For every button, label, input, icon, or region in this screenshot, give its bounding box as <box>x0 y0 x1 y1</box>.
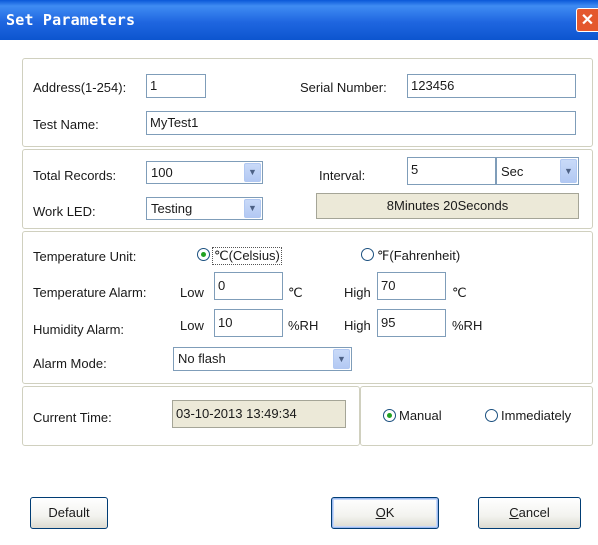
work-led-label: Work LED: <box>33 204 96 219</box>
duration-display: 8Minutes 20Seconds <box>316 193 579 219</box>
fahrenheit-radio[interactable] <box>361 248 374 261</box>
default-button[interactable]: Default <box>30 497 108 529</box>
total-records-label: Total Records: <box>33 168 117 183</box>
address-label: Address(1-254): <box>33 80 127 95</box>
interval-input[interactable]: 5 <box>407 157 496 185</box>
serial-number-input[interactable]: 123456 <box>407 74 576 98</box>
manual-label[interactable]: Manual <box>399 408 442 423</box>
temperature-unit-label: Temperature Unit: <box>33 249 137 264</box>
chevron-down-icon[interactable]: ▼ <box>560 159 577 183</box>
manual-radio[interactable] <box>383 409 396 422</box>
current-time-display: 03-10-2013 13:49:34 <box>172 400 346 428</box>
temp-high-label: High <box>344 285 371 300</box>
test-name-label: Test Name: <box>33 117 99 132</box>
total-records-select[interactable]: 100 ▼ <box>146 161 263 184</box>
chevron-down-icon[interactable]: ▼ <box>333 349 350 369</box>
set-parameters-dialog: Set Parameters ✕ Address(1-254): 1 Seria… <box>0 0 598 545</box>
hum-low-unit: %RH <box>288 318 319 333</box>
hum-high-input[interactable]: 95 <box>377 309 446 337</box>
alarm-mode-select[interactable]: No flash ▼ <box>173 347 352 371</box>
address-input[interactable]: 1 <box>146 74 206 98</box>
chevron-down-icon[interactable]: ▼ <box>244 163 261 182</box>
cancel-mnemonic: C <box>509 505 519 520</box>
total-records-value: 100 <box>151 165 173 180</box>
work-led-select[interactable]: Testing ▼ <box>146 197 263 220</box>
current-time-label: Current Time: <box>33 410 112 425</box>
hum-high-label: High <box>344 318 371 333</box>
cancel-label-rest: ancel <box>518 505 550 520</box>
celsius-label[interactable]: ℃(Celsius) <box>212 247 282 265</box>
alarm-mode-label: Alarm Mode: <box>33 356 107 371</box>
chevron-down-icon[interactable]: ▼ <box>244 199 261 218</box>
fahrenheit-label[interactable]: ℉(Fahrenheit) <box>377 248 460 264</box>
test-name-input[interactable]: MyTest1 <box>146 111 576 135</box>
hum-low-input[interactable]: 10 <box>214 309 283 337</box>
temp-low-unit: ℃ <box>288 285 303 300</box>
temperature-alarm-label: Temperature Alarm: <box>33 285 147 300</box>
immediately-label[interactable]: Immediately <box>501 408 571 423</box>
ok-button[interactable]: OK <box>331 497 439 529</box>
alarm-mode-value: No flash <box>178 351 226 366</box>
serial-number-label: Serial Number: <box>300 80 387 95</box>
hum-high-unit: %RH <box>452 318 483 333</box>
ok-label-rest: K <box>385 505 395 520</box>
temp-low-label: Low <box>180 285 204 300</box>
interval-unit-value: Sec <box>501 164 524 179</box>
temp-high-unit: ℃ <box>452 285 467 300</box>
interval-unit-select[interactable]: Sec ▼ <box>496 157 579 185</box>
close-button[interactable]: ✕ <box>576 8 598 32</box>
temp-high-input[interactable]: 70 <box>377 272 446 300</box>
dialog-body: Address(1-254): 1 Serial Number: 123456 … <box>0 40 598 545</box>
close-icon: ✕ <box>580 12 595 29</box>
default-button-label: Default <box>48 505 90 520</box>
window-title: Set Parameters <box>6 11 136 29</box>
temp-low-input[interactable]: 0 <box>214 272 283 300</box>
title-bar[interactable]: Set Parameters ✕ <box>0 0 598 40</box>
immediately-radio[interactable] <box>485 409 498 422</box>
hum-low-label: Low <box>180 318 204 333</box>
work-led-value: Testing <box>151 201 193 216</box>
celsius-radio[interactable] <box>197 248 210 261</box>
interval-label: Interval: <box>319 168 366 183</box>
duration-text: 8Minutes 20Seconds <box>386 198 509 213</box>
ok-mnemonic: O <box>375 505 386 520</box>
humidity-alarm-label: Humidity Alarm: <box>33 322 125 337</box>
cancel-button[interactable]: Cancel <box>478 497 581 529</box>
